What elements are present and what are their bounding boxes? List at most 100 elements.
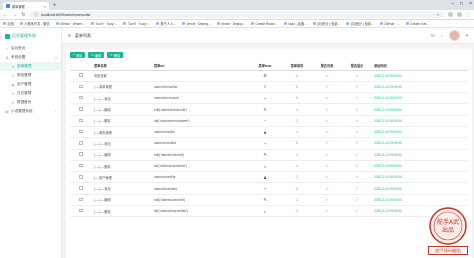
bookmark-item[interactable]: layui - 经典... — [283, 21, 307, 26]
back-icon[interactable]: ← — [3, 12, 8, 18]
bookmark-item[interactable]: TuoYi · Tuoyi ... — [90, 22, 117, 26]
row-checkbox[interactable] — [79, 186, 83, 190]
more-menu-icon[interactable]: ⋮ — [466, 12, 471, 18]
sort-cell: 1 — [282, 126, 312, 139]
table-row[interactable]: |----|----删除 del('/admin/menu/delete') − 2 ✓… — [70, 115, 468, 127]
bookmark-item[interactable]: TuoYi · Tuoyi ... — [123, 22, 150, 26]
avatar[interactable] — [448, 30, 460, 41]
sidebar-item[interactable]: ⌂ 后台首页 — [0, 44, 61, 53]
user-icon: ♙ — [11, 73, 15, 78]
table-row[interactable]: |----|----编辑 edit('/admin/role/edit') ✎ 1 ✓ ✓… — [70, 149, 468, 161]
extension-icon[interactable] — [448, 12, 453, 17]
name-cell: |----用户管理 — [92, 171, 152, 184]
bookmark-icon — [346, 22, 350, 25]
table-row[interactable]: |----角色管理/admin/role/list ♣ 1 ✓ ✓ 2020-3-14 0… — [70, 126, 468, 139]
table-row[interactable]: |----用户管理/admin/user/list ♟ 2 ✓ ✓ 2020-3-14 0… — [70, 171, 468, 184]
time-cell: 2020-3-14 09:00:00 — [372, 160, 468, 173]
new-tab-icon[interactable]: + — [53, 2, 57, 10]
sort-value: 0 — [296, 96, 298, 101]
bookmark-item[interactable]: 基于人人... — [156, 21, 176, 26]
close-window-icon[interactable]: × — [469, 1, 472, 7]
tab-title: 菜单管理 — [12, 4, 25, 9]
hamburger-icon[interactable]: ≡ — [68, 33, 71, 39]
sort-value: 2 — [296, 118, 298, 123]
bookmark-item[interactable]: GitHub · Where... — [55, 22, 85, 26]
row-checkbox[interactable] — [79, 208, 83, 213]
sidebar-item[interactable]: ✎ 日志管理 — [0, 89, 61, 98]
time-value: 2020-3-14 09:00:00 — [374, 186, 402, 191]
url-input[interactable]: ⓘ localhost:8009/admin/menu/list ☆ — [30, 11, 444, 18]
chevron-down-icon[interactable]: ▾ — [466, 33, 468, 39]
maximize-icon[interactable]: □ — [460, 1, 463, 7]
sidebar-item[interactable]: ⛁ 数据备份 — [0, 98, 61, 107]
table-row[interactable]: 系统设置 ⚙ 0 ✓ ✓ 2020-3-14 09:00:00 — [70, 70, 468, 82]
add-button[interactable]: + 添加 — [70, 52, 86, 58]
enabled-cell: ✓ — [312, 149, 342, 161]
bookmark-item[interactable]: 应用 — [3, 21, 14, 26]
info-icon[interactable]: ⓘ — [34, 12, 38, 18]
pencil-icon: ✎ — [91, 53, 94, 57]
sidebar-item[interactable]: ⚙ 系统设置 v — [0, 53, 61, 62]
icon-cell: ✎ — [248, 103, 282, 116]
table-row[interactable]: |----|----删除 del('/admin/user/delete') × 2 ✓… — [70, 205, 468, 218]
table-row[interactable]: |----菜单管理/admin/menu/list ≡ 0 ✓ ✓ 2020-3-14 0… — [70, 81, 468, 94]
row-checkbox[interactable] — [79, 141, 83, 145]
profile-icon[interactable] — [457, 12, 462, 17]
url-cell: edit('/admin/role/edit') — [152, 149, 248, 161]
url-cell: /admin/menu/add — [152, 92, 248, 105]
row-checkbox[interactable] — [79, 129, 83, 134]
table-row[interactable]: |----|----添加/admin/role/add +0 ✓ ✓ 2020-3-14… — [70, 137, 468, 150]
row-checkbox[interactable] — [79, 163, 83, 168]
star-icon[interactable]: ☆ — [436, 12, 440, 18]
row-checkbox[interactable] — [79, 152, 83, 156]
sidebar-item[interactable]: ≡ 菜单管理 — [0, 62, 61, 71]
select-cell — [70, 103, 92, 116]
sort-value: 2 — [296, 209, 298, 214]
row-checkbox[interactable] — [79, 84, 83, 89]
delete-button[interactable]: ✕ 删除 — [107, 52, 124, 58]
sidebar-item[interactable]: ▤ 小说管理系统 < — [0, 107, 61, 116]
table-row[interactable]: |----|----删除 del('/admin/role/delete') × 2 ✓… — [70, 160, 468, 173]
reload-icon[interactable]: ↻ — [21, 12, 26, 18]
visible-cell: ✓ — [342, 92, 372, 105]
row-checkbox[interactable] — [79, 73, 83, 77]
row-checkbox[interactable] — [79, 95, 83, 100]
sort-value: 1 — [296, 107, 298, 112]
row-checkbox[interactable] — [79, 107, 83, 111]
header-visible: 是否显示 — [342, 61, 372, 71]
sidebar-item[interactable]: ♟ 用户管理 — [0, 80, 61, 89]
bookmark-item[interactable]: Create React ... — [251, 22, 278, 26]
bookmark-icon — [55, 22, 59, 25]
bookmark-item[interactable]: 小程序开发 - 微信 — [19, 21, 50, 26]
svg-text:舵手A武: 舵手A武 — [437, 218, 459, 226]
minimize-icon[interactable]: – — [451, 1, 454, 7]
row-checkbox[interactable] — [79, 175, 83, 179]
bookmark-item[interactable]: Create Vue... — [405, 22, 429, 26]
name-cell: |----|----添加 — [92, 137, 152, 150]
table-row[interactable]: |----|----添加/admin/menu/add +0 ✓ ✓ 2020-3-14… — [70, 92, 468, 105]
bookmark-icon — [405, 22, 409, 25]
enabled-check-icon: ✓ — [325, 209, 329, 214]
bookmark-item[interactable]: [中]统计 | 免费... — [312, 21, 340, 26]
edit-button[interactable]: ✎ 编辑 — [88, 52, 105, 58]
table-row[interactable]: |----|----添加/admin/user/add +0 ✓ ✓ 2020-3-14… — [70, 182, 468, 195]
forward-icon[interactable]: → — [12, 12, 17, 18]
bookmark-item[interactable]: Vercel · Deploy... — [216, 22, 245, 26]
bookmark-item[interactable]: GitHub · ... — [379, 22, 400, 26]
bookmarks-bar: 应用 小程序开发 - 微信 GitHub · Where... TuoYi · Tuo… — [0, 20, 474, 28]
sort-value: 0 — [296, 186, 298, 191]
bookmark-item[interactable]: Vercel · Deploy... — [181, 22, 211, 26]
chevron-icon: v — [55, 55, 57, 60]
mail-icon[interactable]: ✉ — [431, 33, 435, 39]
browser-tab[interactable]: 菜单管理 × — [3, 2, 49, 10]
row-checkbox[interactable] — [79, 197, 83, 202]
close-icon[interactable]: × — [44, 4, 46, 9]
sidebar-item[interactable]: ♙ 角色管理 — [0, 71, 61, 80]
visible-check-icon: ✓ — [355, 186, 359, 191]
table-row[interactable]: |----|----编辑 edit('/admin/menu/edit') ✎ 1 ✓ ✓… — [70, 103, 468, 116]
bell-icon[interactable]: ♪ — [440, 33, 442, 38]
row-checkbox[interactable] — [79, 118, 83, 123]
menu-table: 菜单名称 菜单url 菜单icon 菜单排序 是否可用 是否显示 添加时间 系统… — [70, 61, 468, 218]
table-row[interactable]: |----|----编辑 edit('/admin/user/edit') ✎ 1 ✓ ✓… — [70, 194, 468, 207]
bookmark-item[interactable]: [中]统计 | 免费... — [346, 21, 374, 26]
